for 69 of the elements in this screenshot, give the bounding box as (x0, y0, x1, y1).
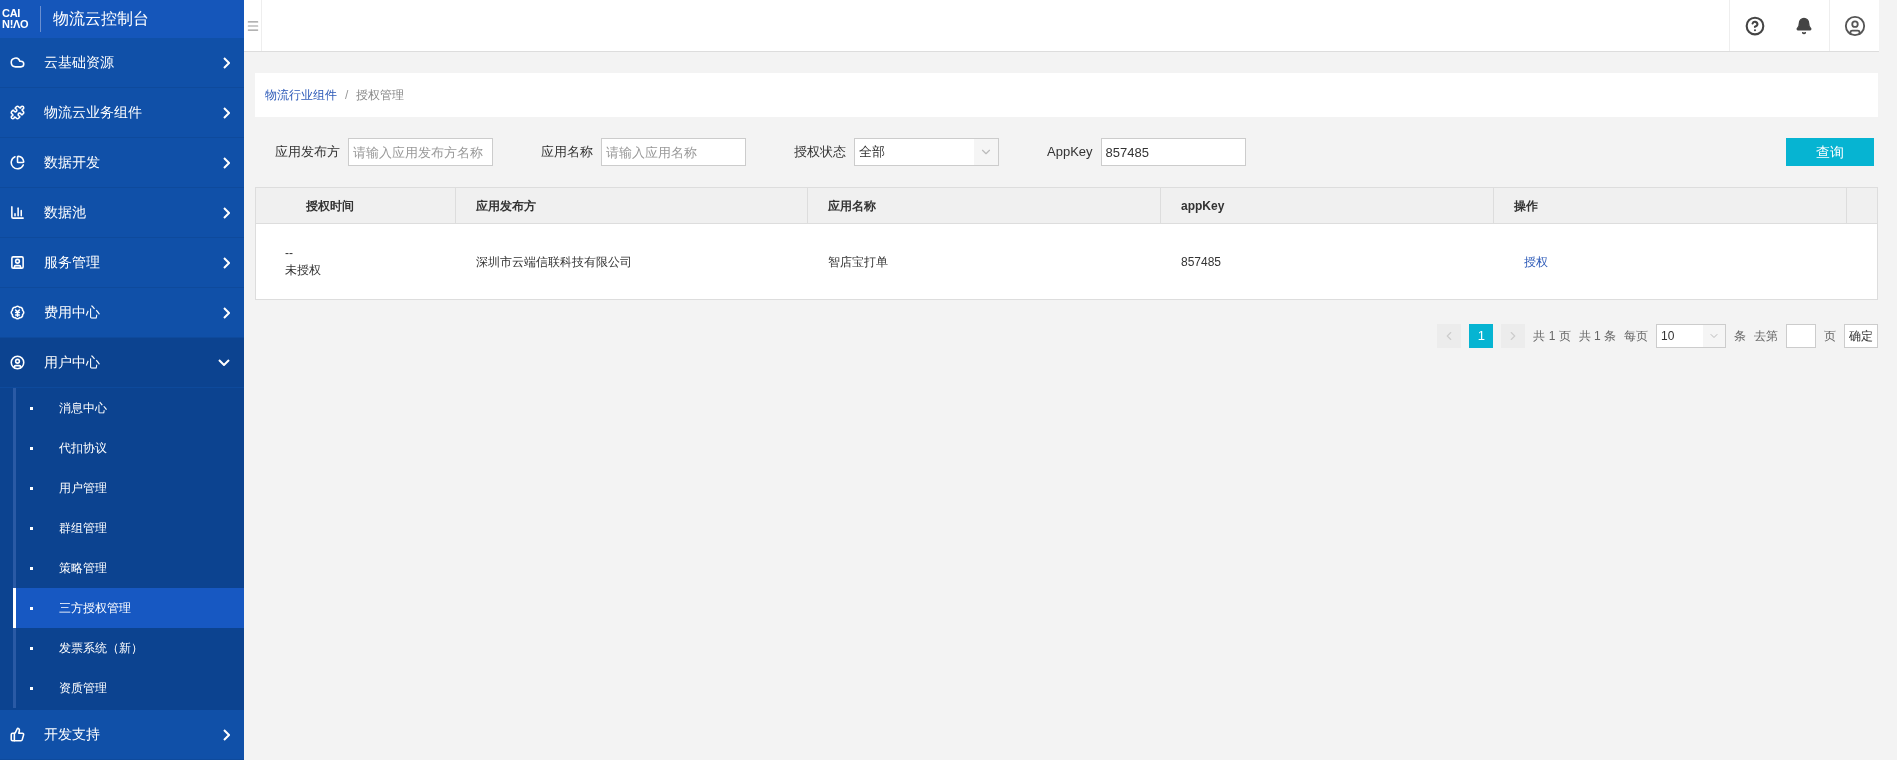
column-header: 操作 (1494, 188, 1847, 223)
unit-label: 条 (1734, 328, 1746, 345)
table-cell-text: 深圳市云端信联科技有限公司 (476, 253, 632, 271)
yen-icon (10, 305, 25, 320)
breadcrumb-current: 授权管理 (356, 87, 405, 104)
logo: CAI N!ΛO (2, 8, 29, 30)
person-card-icon (10, 255, 25, 270)
nav-subitem[interactable]: 消息中心 (13, 388, 244, 428)
input-field[interactable]: 请输入应用名称 (601, 138, 746, 166)
user-icon (10, 355, 25, 370)
filter-label: 应用发布方 (275, 143, 340, 162)
breadcrumb-separator: / (345, 87, 349, 104)
per-page-label: 每页 (1624, 328, 1648, 345)
bell-icon[interactable] (1795, 16, 1813, 35)
nav-item[interactable]: 云基础资源 (0, 38, 244, 87)
nav-subitem[interactable]: 代扣协议 (13, 428, 244, 468)
nav-item[interactable]: 服务管理 (0, 238, 244, 287)
chevron-right-icon (223, 256, 230, 269)
status-select[interactable]: 全部 (854, 138, 999, 166)
nav-item[interactable]: 物流云业务组件 (0, 88, 244, 137)
nav-item[interactable]: 费用中心 (0, 288, 244, 337)
total-items: 共 1 条 (1578, 328, 1616, 345)
nav-item[interactable]: 数据开发 (0, 138, 244, 187)
chevron-right-icon (223, 106, 230, 119)
menu-icon[interactable] (245, 18, 260, 33)
input-field[interactable]: 请输入应用发布方名称 (348, 138, 493, 166)
breadcrumb-link[interactable]: 物流行业组件 (265, 86, 337, 104)
nav-subitem[interactable]: 用户管理 (13, 468, 244, 508)
cloud-icon (10, 55, 25, 70)
account-icon[interactable] (1843, 14, 1866, 37)
column-header: appKey (1161, 188, 1494, 223)
table-cell-text: 智店宝打单 (828, 253, 888, 271)
next-page-button[interactable] (1501, 324, 1526, 348)
input-field[interactable]: 857485 (1100, 138, 1246, 166)
console-title: 物流云控制台 (53, 9, 150, 29)
per-page-select[interactable]: 10 (1656, 324, 1726, 348)
chevron-right-icon (223, 306, 230, 319)
column-header: 授权时间 (256, 188, 456, 223)
authorize-link[interactable]: 授权 (1524, 252, 1548, 271)
filter-label: 应用名称 (541, 143, 593, 162)
nav-item[interactable]: 开发支持 (0, 710, 244, 759)
page-input[interactable] (1786, 324, 1816, 348)
previous-page-button[interactable] (1437, 324, 1462, 348)
filter-label: AppKey (1047, 143, 1093, 162)
nav-subitem[interactable]: 群组管理 (13, 508, 244, 548)
chevron-right-icon (223, 206, 230, 219)
chevron-down-icon (218, 359, 230, 366)
chevron-right-icon (223, 156, 230, 169)
total-pages: 共 1 页 (1533, 328, 1571, 345)
nav-item[interactable]: 用户中心 (0, 338, 244, 387)
pie-chart-icon (10, 155, 25, 170)
confirm-button[interactable]: 确定 (1844, 324, 1878, 348)
bar-chart-icon (10, 205, 25, 220)
help-icon[interactable] (1744, 15, 1765, 36)
thumbs-up-icon (10, 727, 25, 742)
puzzle-icon (10, 105, 25, 120)
column-header: 应用发布方 (456, 188, 808, 223)
goto-label: 去第 (1754, 328, 1778, 345)
table-cell-text: 未授权 (285, 261, 322, 279)
table-cell-text: -- (285, 244, 294, 262)
nav-subitem[interactable]: 发票系统（新） (13, 628, 244, 668)
table-cell-text: 857485 (1181, 253, 1222, 271)
nav-item[interactable]: 数据池 (0, 188, 244, 237)
chevron-right-icon (223, 56, 230, 69)
chevron-right-icon (223, 728, 230, 741)
filter-label: 授权状态 (794, 143, 846, 162)
page-unit-label: 页 (1824, 328, 1836, 345)
column-header: 应用名称 (808, 188, 1161, 223)
nav-subitem[interactable]: 三方授权管理 (13, 588, 244, 628)
